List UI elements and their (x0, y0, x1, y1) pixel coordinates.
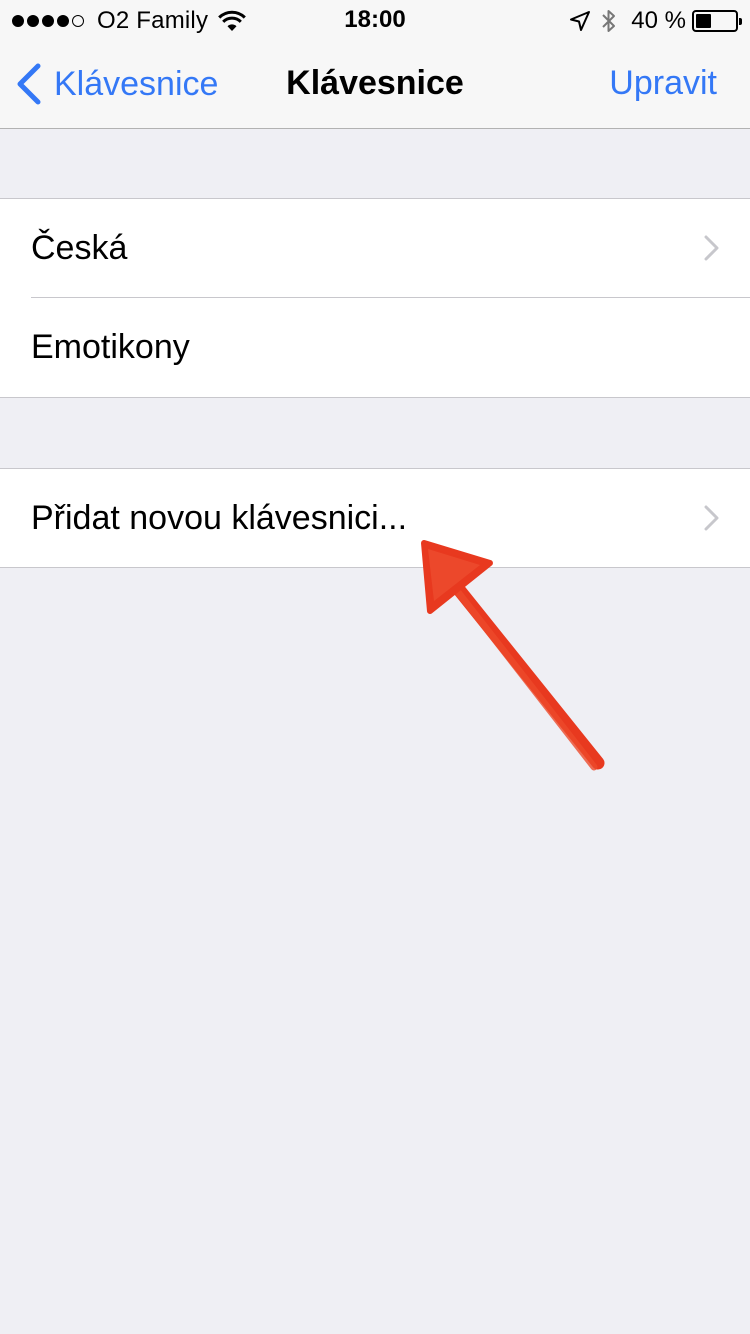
battery-level (696, 14, 712, 28)
navigation-bar: Klávesnice Klávesnice Upravit (0, 40, 750, 129)
add-keyboard-section: Přidat novou klávesnici... (0, 468, 750, 568)
list-item-label: Česká (31, 229, 128, 267)
back-button-label: Klávesnice (54, 64, 219, 103)
chevron-right-icon (704, 235, 719, 261)
keyboards-list: Česká Emotikony (0, 198, 750, 398)
status-bar: O2 Family 18:00 40 % (0, 0, 750, 40)
add-keyboard-button[interactable]: Přidat novou klávesnici... (0, 469, 750, 568)
bluetooth-icon (602, 10, 616, 32)
edit-button[interactable]: Upravit (609, 64, 717, 103)
list-item-label: Emotikony (31, 328, 190, 366)
battery-icon (692, 10, 742, 32)
status-right: 40 % (569, 7, 742, 35)
back-button[interactable]: Klávesnice (16, 62, 218, 106)
chevron-left-icon (17, 63, 41, 105)
add-keyboard-label: Přidat novou klávesnici... (31, 499, 408, 537)
list-item-keyboard-emoji[interactable]: Emotikony (0, 298, 750, 397)
annotation-arrow-icon (421, 540, 605, 771)
list-item-keyboard-czech[interactable]: Česká (0, 199, 750, 298)
chevron-right-icon (704, 505, 719, 531)
location-arrow-icon (570, 11, 591, 31)
battery-percent: 40 % (631, 7, 686, 34)
